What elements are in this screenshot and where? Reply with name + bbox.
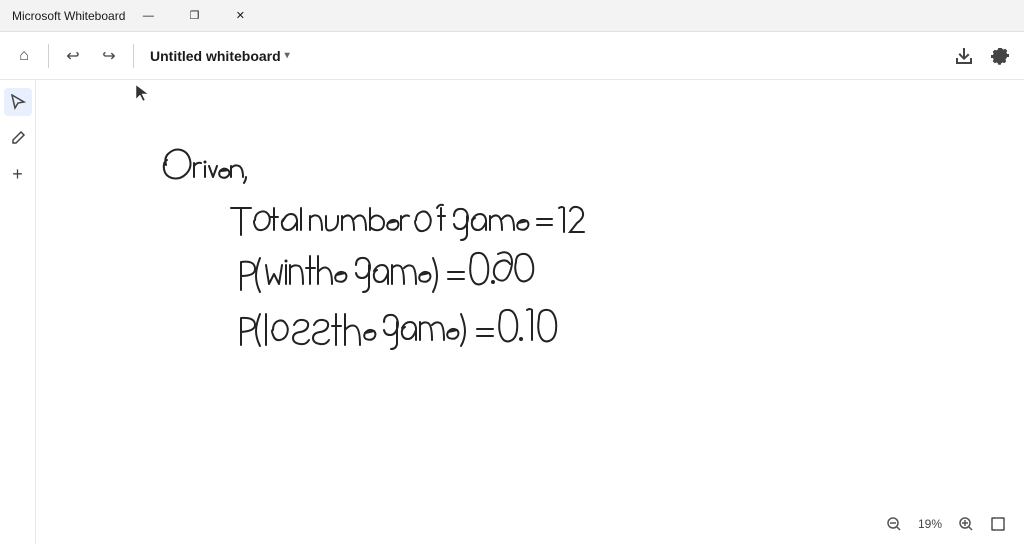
whiteboard-canvas (36, 80, 1024, 544)
toolbar-divider2 (133, 44, 134, 68)
settings-button[interactable] (984, 40, 1016, 72)
select-tool[interactable] (4, 88, 32, 116)
redo-button[interactable]: ↪ (93, 40, 125, 72)
add-tool[interactable]: + (4, 160, 32, 188)
zoom-out-button[interactable] (880, 510, 908, 538)
close-button[interactable]: ✕ (217, 0, 263, 32)
zoom-level: 19% (912, 517, 948, 531)
app-title: Microsoft Whiteboard (12, 9, 125, 23)
toolbar-divider (48, 44, 49, 68)
settings-icon (991, 47, 1009, 65)
bottom-zoom-bar: 19% (824, 504, 1024, 544)
title-dropdown-icon: ▾ (285, 50, 290, 61)
minimize-button[interactable]: — (125, 0, 171, 32)
pen-tool[interactable] (4, 124, 32, 152)
share-button[interactable] (948, 40, 980, 72)
undo-button[interactable]: ↩ (57, 40, 89, 72)
pen-icon (10, 130, 26, 146)
fit-to-screen-button[interactable] (984, 510, 1012, 538)
home-button[interactable]: ⌂ (8, 40, 40, 72)
whiteboard-title-text: Untitled whiteboard (150, 48, 281, 64)
zoom-in-icon (959, 517, 973, 531)
zoom-out-icon (887, 517, 901, 531)
titlebar: Microsoft Whiteboard — ❐ ✕ (0, 0, 1024, 32)
canvas-area[interactable] (36, 80, 1024, 544)
share-icon (955, 47, 973, 65)
select-icon (10, 94, 26, 110)
left-sidebar: + (0, 80, 36, 544)
zoom-in-button[interactable] (952, 510, 980, 538)
restore-button[interactable]: ❐ (171, 0, 217, 32)
titlebar-controls: — ❐ ✕ (125, 0, 263, 32)
whiteboard-title-button[interactable]: Untitled whiteboard ▾ (142, 44, 298, 68)
fit-screen-icon (991, 517, 1005, 531)
toolbar-right (948, 40, 1016, 72)
main-toolbar: ⌂ ↩ ↪ Untitled whiteboard ▾ (0, 32, 1024, 80)
